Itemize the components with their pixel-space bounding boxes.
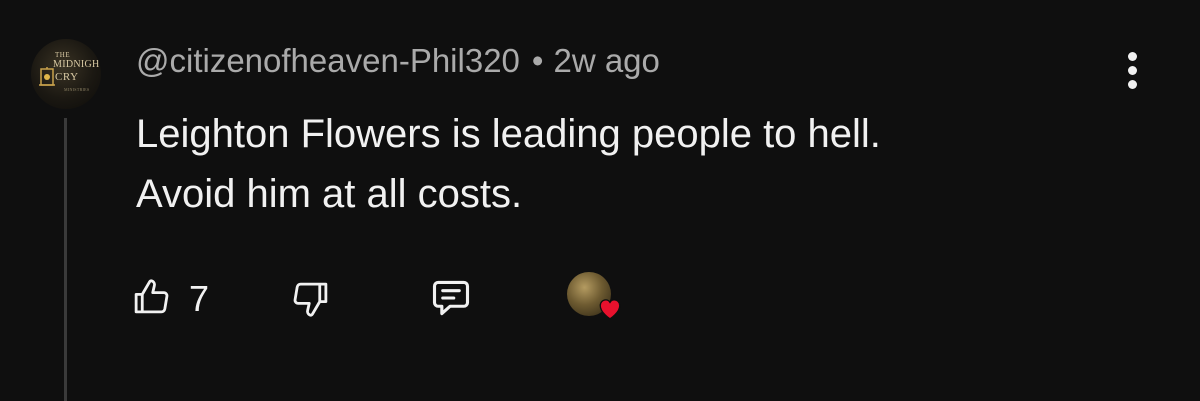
thumbs-down-icon: [293, 282, 328, 317]
comment-text-line: Avoid him at all costs.: [136, 172, 523, 216]
comment-header: @citizenofheaven-Phil320 • 2w ago: [136, 42, 660, 80]
avatar-text-the: THE: [55, 51, 71, 59]
reply-button[interactable]: [429, 276, 473, 320]
menu-dot: [1128, 80, 1137, 89]
timestamp[interactable]: 2w ago: [553, 42, 659, 79]
author-handle[interactable]: @citizenofheaven-Phil320: [136, 42, 520, 79]
more-options-button[interactable]: [1116, 48, 1150, 92]
avatar[interactable]: THE MIDNIGHT CRY MINISTRIES: [31, 39, 101, 109]
creator-heart-badge[interactable]: [567, 272, 625, 324]
like-count: 7: [189, 278, 210, 319]
comment-text: Leighton Flowers is leading people to he…: [136, 104, 1136, 224]
comment-text-line: Leighton Flowers is leading people to he…: [136, 112, 881, 156]
reply-thread-line[interactable]: [64, 118, 72, 401]
heart-icon: [599, 299, 621, 320]
avatar-text-ministries: MINISTRIES: [64, 87, 90, 92]
like-button[interactable]: [130, 276, 172, 318]
menu-dot: [1128, 66, 1137, 75]
comment-bubble-icon: [432, 280, 470, 316]
menu-dot: [1128, 52, 1137, 61]
thumbs-up-icon: [134, 279, 169, 314]
avatar-text-cry: CRY: [55, 71, 79, 83]
dislike-button[interactable]: [290, 278, 332, 320]
comment-card: THE MIDNIGHT CRY MINISTRIES @citizenofhe…: [0, 0, 1200, 401]
avatar-text-midnight: MIDNIGHT: [53, 59, 101, 70]
meta-separator: •: [531, 42, 544, 79]
